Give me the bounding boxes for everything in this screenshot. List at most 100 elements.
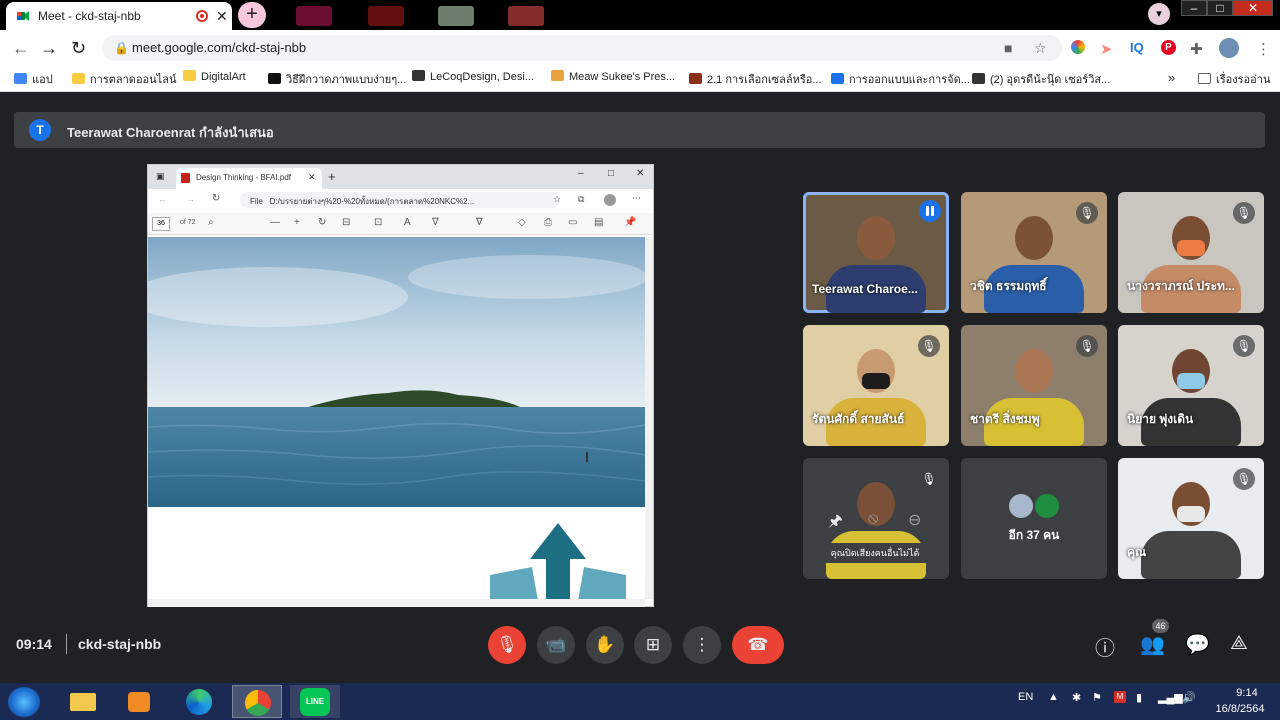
bookmark-item[interactable]: 2.1 การเลือกเซลล์หรือ...: [689, 70, 822, 88]
taskbar-line[interactable]: LINE: [290, 685, 340, 718]
pin-icon[interactable]: 🖈: [828, 510, 843, 537]
raise-hand-button[interactable]: ✋: [586, 626, 624, 664]
bookmarks-overflow-icon[interactable]: »: [1168, 70, 1175, 85]
pinterest-icon[interactable]: P: [1161, 40, 1176, 55]
forward-arrow-icon[interactable]: →: [40, 38, 58, 59]
taskbar-chrome[interactable]: [232, 685, 282, 718]
chat-icon[interactable]: 💬: [1185, 632, 1210, 657]
face-mask: [1177, 506, 1205, 522]
camera-in-use-icon[interactable]: ■: [1004, 40, 1012, 56]
maximize-icon[interactable]: □: [1207, 0, 1233, 16]
leave-call-button[interactable]: ☎: [732, 626, 784, 664]
chrome-menu-icon[interactable]: ⋮: [1256, 40, 1271, 58]
pdf-save-icon: ▭: [568, 217, 578, 228]
participant-body: [1141, 531, 1241, 579]
battery-icon[interactable]: ▮: [1136, 691, 1142, 704]
taskbar-edge[interactable]: [174, 685, 224, 718]
pdf-read-aloud-icon: A: [404, 217, 411, 228]
bookmark-item[interactable]: แอป: [14, 70, 53, 88]
present-button[interactable]: ⊞: [634, 626, 672, 664]
start-button[interactable]: [8, 687, 40, 717]
participant-tile[interactable]: 🎙 นิยาย พุ่งเดิน: [1118, 325, 1264, 446]
tab-actions-icon: ▣: [156, 171, 165, 181]
more-vert-icon: ⋮: [693, 635, 711, 654]
tray-network-extra-icon[interactable]: ✱: [1072, 691, 1081, 704]
taskbar-explorer[interactable]: [58, 685, 108, 718]
media-player-icon: [128, 692, 150, 712]
meeting-info-icon[interactable]: ⓘ: [1095, 632, 1115, 661]
pdf-page-view-icon: ⊡: [374, 217, 383, 228]
presenter-banner: T Teerawat Charoenrat กำลังนำเสนอ: [14, 112, 1265, 148]
volume-icon[interactable]: 🔊: [1182, 691, 1196, 704]
bookmark-item[interactable]: การตลาดออนไลน์: [72, 70, 176, 88]
people-icon[interactable]: 👥: [1140, 632, 1165, 657]
bookmark-item[interactable]: LeCoqDesign, Desi...: [412, 70, 534, 88]
reading-list-button[interactable]: เรื่องรออ่าน: [1198, 70, 1270, 88]
minimize-icon[interactable]: –: [1181, 0, 1207, 16]
taskbar-clock-time[interactable]: 9:14: [1222, 687, 1272, 699]
present-screen-icon: ⊞: [645, 635, 661, 654]
bookmark-star-icon[interactable]: ☆: [1034, 40, 1047, 57]
bookmark-item[interactable]: Meaw Sukee's Pres...: [551, 70, 675, 88]
hand-icon: ✋: [594, 635, 616, 654]
more-options-button[interactable]: ⋮: [683, 626, 721, 664]
bookmark-icon: [183, 70, 196, 81]
microphone-toggle-button[interactable]: 🎙: [488, 626, 526, 664]
camera-toggle-button[interactable]: 📹: [537, 626, 575, 664]
tab-thumbnail-4[interactable]: [508, 6, 544, 26]
tray-expand-icon[interactable]: ▲: [1048, 691, 1059, 703]
action-center-flag-icon[interactable]: ⚑: [1092, 691, 1102, 704]
lock-icon[interactable]: 🔒: [114, 41, 129, 55]
participant-tile[interactable]: อีก 37 คน: [961, 458, 1107, 579]
participant-tile[interactable]: Teerawat Charoe...: [803, 192, 949, 313]
tab-thumbnail-1[interactable]: [296, 6, 332, 26]
address-bar[interactable]: 🔒 meet.google.com/ckd-staj-nbb ■ ☆: [102, 35, 1062, 61]
shared-forward-icon: →: [186, 194, 195, 204]
activities-icon[interactable]: ⟁: [1230, 632, 1248, 655]
participant-tile[interactable]: 🎙 วชิต ธรรมฤทธิ์: [961, 192, 1107, 313]
tab-thumbnail-3[interactable]: [438, 6, 474, 26]
bookmark-item[interactable]: วิธีฝึกวาดภาพแบบง่ายๆ...: [268, 70, 406, 88]
extensions-puzzle-icon[interactable]: ✚: [1190, 40, 1203, 58]
taskbar-media-player[interactable]: [114, 685, 164, 718]
new-tab-button[interactable]: +: [238, 2, 266, 28]
pdf-rotate-icon: ↻: [318, 217, 327, 228]
tab-close-icon[interactable]: ✕: [216, 8, 228, 25]
mute-participant-icon[interactable]: ⦸: [868, 510, 878, 528]
shared-favorites-icon: ☆: [553, 194, 562, 204]
tab-search-icon[interactable]: ▾: [1148, 3, 1170, 25]
reading-list-label: เรื่องรออ่าน: [1216, 74, 1271, 86]
shared-new-tab-icon: +: [328, 169, 336, 184]
back-arrow-icon[interactable]: ←: [12, 38, 30, 59]
participant-tile[interactable]: 🎙 นางวราภรณ์ ประท...: [1118, 192, 1264, 313]
extension-arrow-icon[interactable]: ➤: [1100, 40, 1113, 58]
color-extension-icon[interactable]: [1071, 40, 1085, 54]
bookmark-item[interactable]: (2) อุดรดีน้ะนุ๊ด เซอร์วิส...: [972, 70, 1110, 88]
bookmark-item[interactable]: การออกแบบและการจัด...: [831, 70, 970, 88]
shared-address-row: ← → ↻ File D:/บรรยายต่างๆ%20-%20ทั้งหมด/…: [148, 189, 653, 211]
taskbar-clock-date[interactable]: 16/8/2564: [1208, 703, 1272, 715]
participant-tile[interactable]: 🎙 ชาตรี สิ่งชมพู: [961, 325, 1107, 446]
input-language[interactable]: EN: [1018, 691, 1033, 703]
iq-extension-icon[interactable]: IQ: [1130, 40, 1144, 55]
participant-tile[interactable]: 🎙 รัตนศักดิ์ สายสันธ์: [803, 325, 949, 446]
window-close-icon[interactable]: ✕: [1233, 0, 1273, 16]
participant-head: [1015, 349, 1053, 393]
line-icon: LINE: [300, 688, 330, 716]
speaking-indicator-icon: [919, 200, 941, 222]
tray-app-icon[interactable]: M: [1114, 691, 1126, 703]
shared-back-icon: ←: [158, 194, 167, 204]
participant-tile[interactable]: 🎙 คุณ: [1118, 458, 1264, 579]
meeting-code: ckd-staj-nbb: [78, 636, 162, 652]
tab-thumbnail-2[interactable]: [368, 6, 404, 26]
bookmark-item[interactable]: DigitalArt: [183, 70, 246, 88]
browser-tab-meet[interactable]: Meet - ckd-staj-nbb ✕: [6, 2, 232, 30]
bookmark-icon: [972, 73, 985, 84]
bookmark-icon: [14, 73, 27, 84]
profile-avatar[interactable]: [1219, 38, 1239, 58]
pdf-print-icon: ⎙: [544, 217, 552, 228]
mic-muted-icon: 🎙: [918, 468, 940, 490]
remove-participant-icon[interactable]: ⊖: [908, 510, 921, 530]
reload-icon[interactable]: ↻: [71, 38, 86, 59]
wifi-signal-icon[interactable]: ▂▄▆: [1158, 691, 1183, 704]
